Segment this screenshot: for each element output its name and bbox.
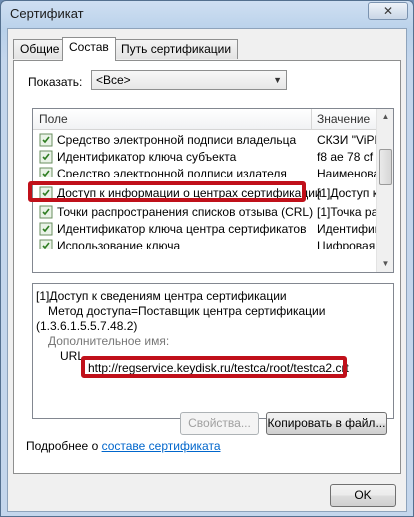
field-value: Наименован (317, 167, 377, 177)
field-name: Средство электронной подписи владельца (57, 133, 297, 147)
field-row[interactable]: Идентификатор ключа субъекта f8 ae 78 cf… (33, 149, 377, 166)
certificate-field-icon (39, 150, 53, 164)
detail-url-value: http://regservice.keydisk.ru/testca/root… (88, 361, 349, 375)
field-row[interactable]: Использование ключа Цифровая п (33, 238, 377, 249)
column-header-field[interactable]: Поле (39, 112, 68, 126)
tab-certification-path[interactable]: Путь сертификации (114, 39, 239, 59)
tab-details[interactable]: Состав (62, 37, 116, 61)
show-selected-value: <Все> (96, 73, 131, 87)
title-bar[interactable]: Сертификат ✕ (1, 1, 413, 27)
certificate-field-icon (39, 222, 53, 236)
certificate-field-icon (39, 133, 53, 147)
dialog-client: Общие Состав Путь сертификации Показать:… (7, 28, 407, 512)
field-value: f8 ae 78 cf a (317, 150, 377, 164)
close-button[interactable]: ✕ (368, 2, 408, 20)
fields-list[interactable]: Поле Значение Средство электронной подпи… (32, 108, 394, 273)
field-row-selected[interactable]: Доступ к информации о центрах сертификац… (33, 185, 377, 202)
scroll-thumb[interactable] (379, 149, 392, 185)
window-title: Сертификат (10, 6, 84, 21)
show-label: Показать: (28, 75, 83, 89)
chevron-down-icon: ▼ (273, 75, 282, 85)
field-value: СКЗИ "ViPNe (317, 133, 377, 147)
field-name: Идентификатор ключа субъекта (57, 150, 237, 164)
certificate-dialog: Сертификат ✕ Общие Состав Путь сертифика… (0, 0, 414, 517)
scroll-down-icon[interactable]: ▼ (378, 256, 393, 272)
more-info: Подробнее о составе сертификата (26, 439, 221, 453)
field-name: Средство электронной подписи издателя (57, 167, 287, 177)
field-value: Идентифика (317, 222, 377, 236)
detail-line: [1]Доступ к сведениям центра сертификаци… (36, 289, 287, 303)
detail-url-label: URL (60, 349, 85, 363)
certificate-field-icon (39, 186, 53, 200)
detail-line: Дополнительное имя: (48, 334, 170, 348)
field-value: [1]Доступ к (317, 186, 377, 200)
field-name: Идентификатор ключа центра сертификатов (57, 222, 307, 236)
field-detail-text[interactable]: [1]Доступ к сведениям центра сертификаци… (32, 283, 394, 419)
fields-header: Поле Значение (33, 109, 377, 130)
properties-button[interactable]: Свойства... (180, 412, 259, 435)
detail-line: (1.3.6.1.5.5.7.48.2) (36, 319, 138, 333)
field-row[interactable]: Точки распространения списков отзыва (CR… (33, 204, 377, 221)
column-header-value[interactable]: Значение (317, 112, 370, 126)
ok-button[interactable]: OK (330, 484, 396, 507)
detail-line: Метод доступа=Поставщик центра сертифика… (48, 304, 326, 318)
field-row[interactable]: Средство электронной подписи издателя На… (33, 166, 377, 177)
field-row[interactable]: Идентификатор ключа центра сертификатов … (33, 221, 377, 238)
certificate-field-icon (39, 167, 53, 177)
field-value: [1]Точка рас (317, 205, 377, 219)
column-divider[interactable] (311, 109, 312, 130)
field-row[interactable]: Средство электронной подписи владельца С… (33, 132, 377, 149)
certificate-details-link[interactable]: составе сертификата (102, 439, 221, 453)
certificate-field-icon (39, 205, 53, 219)
tab-general[interactable]: Общие (13, 39, 67, 59)
field-name: Использование ключа (57, 239, 181, 249)
field-name: Доступ к информации о центрах сертификац… (57, 186, 322, 200)
copy-to-file-button[interactable]: Копировать в файл... (266, 412, 387, 435)
field-value: Цифровая п (317, 239, 377, 249)
field-name: Точки распространения списков отзыва (CR… (57, 205, 314, 219)
scroll-up-icon[interactable]: ▲ (378, 109, 393, 125)
certificate-field-icon (39, 239, 53, 249)
more-info-prefix: Подробнее о (26, 439, 102, 453)
fields-scrollbar[interactable]: ▲ ▼ (376, 109, 393, 272)
show-select[interactable]: <Все> ▼ (91, 70, 287, 90)
